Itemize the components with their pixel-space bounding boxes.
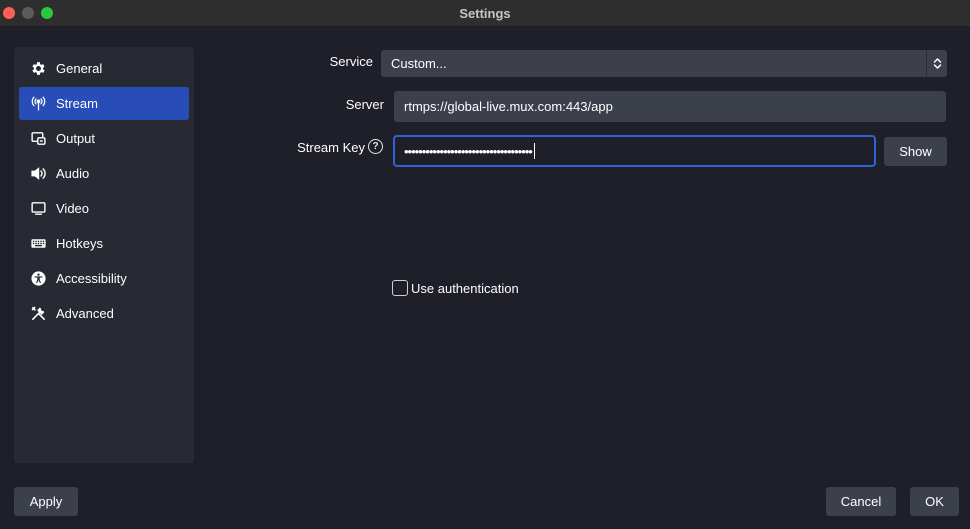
service-label: Service [329, 54, 373, 69]
antenna-icon [29, 95, 47, 113]
sidebar-item-label: Stream [56, 96, 98, 111]
server-value: rtmps://global-live.mux.com:443/app [404, 99, 613, 114]
sidebar-item-label: Advanced [56, 306, 114, 321]
service-select[interactable]: Custom... [381, 50, 947, 77]
cancel-button[interactable]: Cancel [826, 487, 896, 516]
stream-key-value: •••••••••••••••••••••••••••••••••••• [404, 143, 533, 159]
accessibility-icon [29, 270, 47, 288]
help-icon[interactable]: ? [368, 139, 383, 154]
window-title: Settings [459, 6, 511, 21]
sidebar-item-general[interactable]: General [19, 52, 189, 85]
gear-icon [29, 60, 47, 78]
text-caret [533, 143, 535, 159]
stream-key-input[interactable]: •••••••••••••••••••••••••••••••••••• [393, 135, 876, 167]
ok-button[interactable]: OK [910, 487, 959, 516]
sidebar-item-stream[interactable]: Stream [19, 87, 189, 120]
server-field[interactable]: rtmps://global-live.mux.com:443/app [394, 91, 946, 122]
server-label: Server [345, 97, 384, 112]
sidebar-item-output[interactable]: Output [19, 122, 189, 155]
sidebar-item-advanced[interactable]: Advanced [19, 297, 189, 330]
sidebar-item-audio[interactable]: Audio [19, 157, 189, 190]
sidebar-item-label: Audio [56, 166, 90, 181]
monitor-icon [29, 200, 47, 218]
sidebar-item-label: Accessibility [56, 271, 127, 286]
use-authentication-checkbox[interactable] [392, 280, 408, 296]
use-authentication-label[interactable]: Use authentication [411, 281, 519, 296]
sidebar-item-hotkeys[interactable]: Hotkeys [19, 227, 189, 260]
title-bar: Settings [0, 0, 970, 27]
sidebar-item-video[interactable]: Video [19, 192, 189, 225]
keyboard-icon [29, 235, 47, 253]
sidebar-item-accessibility[interactable]: Accessibility [19, 262, 189, 295]
service-select-value: Custom... [391, 56, 447, 71]
sidebar-item-label: Video [56, 201, 90, 216]
settings-sidebar: General Stream Output Audio Video Hotkey… [14, 47, 194, 463]
sidebar-item-label: General [56, 61, 103, 76]
updown-chevron-icon [926, 50, 947, 77]
output-icon [29, 130, 47, 148]
stream-key-label: Stream Key [297, 140, 365, 155]
apply-button[interactable]: Apply [14, 487, 78, 516]
sidebar-item-label: Hotkeys [56, 236, 103, 251]
sidebar-item-label: Output [56, 131, 96, 146]
tools-icon [29, 305, 47, 323]
show-key-button[interactable]: Show [884, 137, 947, 166]
speaker-icon [29, 165, 47, 183]
